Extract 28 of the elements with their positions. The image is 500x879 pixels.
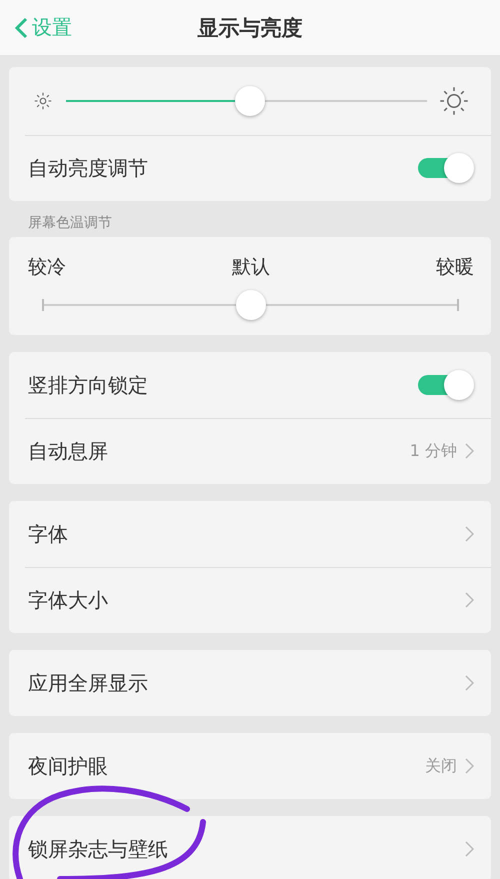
page-title: 显示与亮度 (198, 16, 302, 40)
setting-value: 1 分钟 (410, 440, 457, 462)
slider-thumb[interactable] (236, 290, 266, 320)
setting-label[interactable]: 夜间护眼 (28, 752, 425, 780)
setting-value: 关闭 (425, 756, 457, 776)
setting-label[interactable]: 字体 (28, 520, 465, 548)
section-header: 屏幕色温调节 (28, 214, 113, 232)
toggle-switch[interactable] (418, 151, 474, 185)
scale-label: 较暖 (436, 255, 474, 279)
dim-sun-icon (32, 90, 54, 112)
chevron-icon (465, 841, 474, 857)
toggle-switch[interactable] (418, 368, 474, 402)
slider-thumb[interactable] (235, 86, 266, 116)
setting-label[interactable]: 字体大小 (28, 586, 465, 614)
setting-label[interactable]: 自动息屏 (28, 438, 410, 464)
chevron-icon (465, 443, 474, 459)
chevron-icon (465, 675, 474, 691)
chevron-icon (465, 758, 474, 774)
back-chevron-icon (14, 16, 28, 38)
setting-label: 竖排方向锁定 (28, 372, 149, 398)
setting-label: 自动亮度调节 (28, 154, 149, 182)
chevron-icon (465, 526, 474, 542)
chevron-icon (465, 592, 474, 608)
setting-label[interactable]: 锁屏杂志与壁纸 (28, 836, 465, 862)
bright-sun-icon (439, 86, 469, 116)
scale-label: 默认 (232, 255, 270, 279)
setting-label[interactable]: 应用全屏显示 (28, 670, 465, 696)
scale-label: 较冷 (28, 255, 66, 279)
